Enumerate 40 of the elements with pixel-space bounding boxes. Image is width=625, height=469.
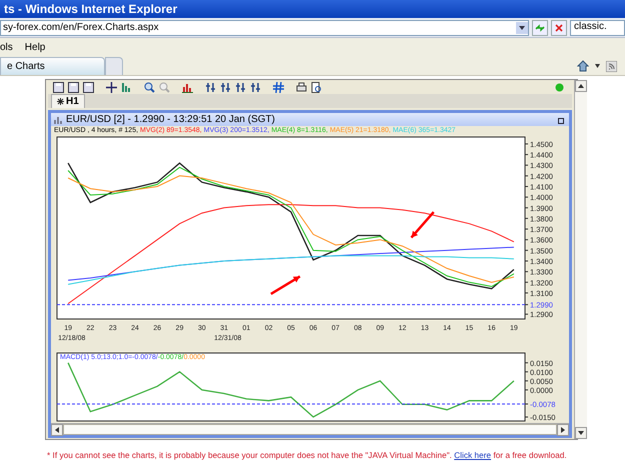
menu-item[interactable]: ols [0, 42, 13, 52]
stop-button[interactable] [551, 20, 567, 36]
grid-icon[interactable] [272, 82, 284, 94]
zoom-in-icon[interactable] [143, 82, 155, 94]
close-icon [554, 22, 564, 32]
feed-icon[interactable] [606, 60, 617, 72]
printer-icon[interactable] [295, 82, 307, 94]
scroll-up-button[interactable] [575, 80, 587, 92]
down-triangle-icon [578, 431, 584, 435]
notice-text: * If you cannot see the charts, it is probably because your computer does not have the "JAVA Virtual Machine". Click here for a free download. [46, 449, 568, 460]
chart-title: EUR/USD [2] - 1.2990 - 13:29:51 20 Jan (SGT) [66, 114, 276, 125]
refresh-icon [534, 22, 546, 32]
chart-icon [54, 116, 63, 124]
chart-icon[interactable] [120, 82, 132, 94]
browser-tab[interactable]: e Charts [0, 57, 105, 75]
scroll-left-button[interactable] [51, 424, 63, 436]
window-title: ts - Windows Internet Explorer [0, 0, 625, 18]
candles-icon[interactable] [234, 82, 246, 94]
scroll-right-button[interactable] [557, 424, 569, 436]
up-triangle-icon [578, 84, 584, 88]
crosshair-icon[interactable] [105, 82, 117, 94]
download-link[interactable]: Click here [454, 450, 492, 460]
asterisk-icon [57, 98, 64, 105]
scroll-down-button[interactable] [575, 427, 587, 439]
restore-icon[interactable] [558, 116, 566, 124]
home-icon[interactable] [577, 60, 589, 72]
search-field[interactable]: classic. [570, 20, 625, 36]
preview-icon[interactable] [310, 82, 322, 94]
bar-chart-icon[interactable] [181, 82, 193, 94]
dropdown-icon[interactable] [516, 22, 528, 34]
left-triangle-icon [55, 427, 59, 433]
candles-icon[interactable] [204, 82, 216, 94]
right-triangle-icon [561, 427, 565, 433]
status-dot-icon [555, 83, 564, 92]
candles-icon[interactable] [219, 82, 231, 94]
timeframe-tab[interactable]: H1 [51, 94, 85, 108]
address-field[interactable]: sy-forex.com/en/Forex.Charts.aspx [0, 20, 529, 36]
candles-icon[interactable] [249, 82, 261, 94]
caret-icon[interactable] [595, 64, 600, 68]
menu-item[interactable]: Help [24, 42, 46, 52]
